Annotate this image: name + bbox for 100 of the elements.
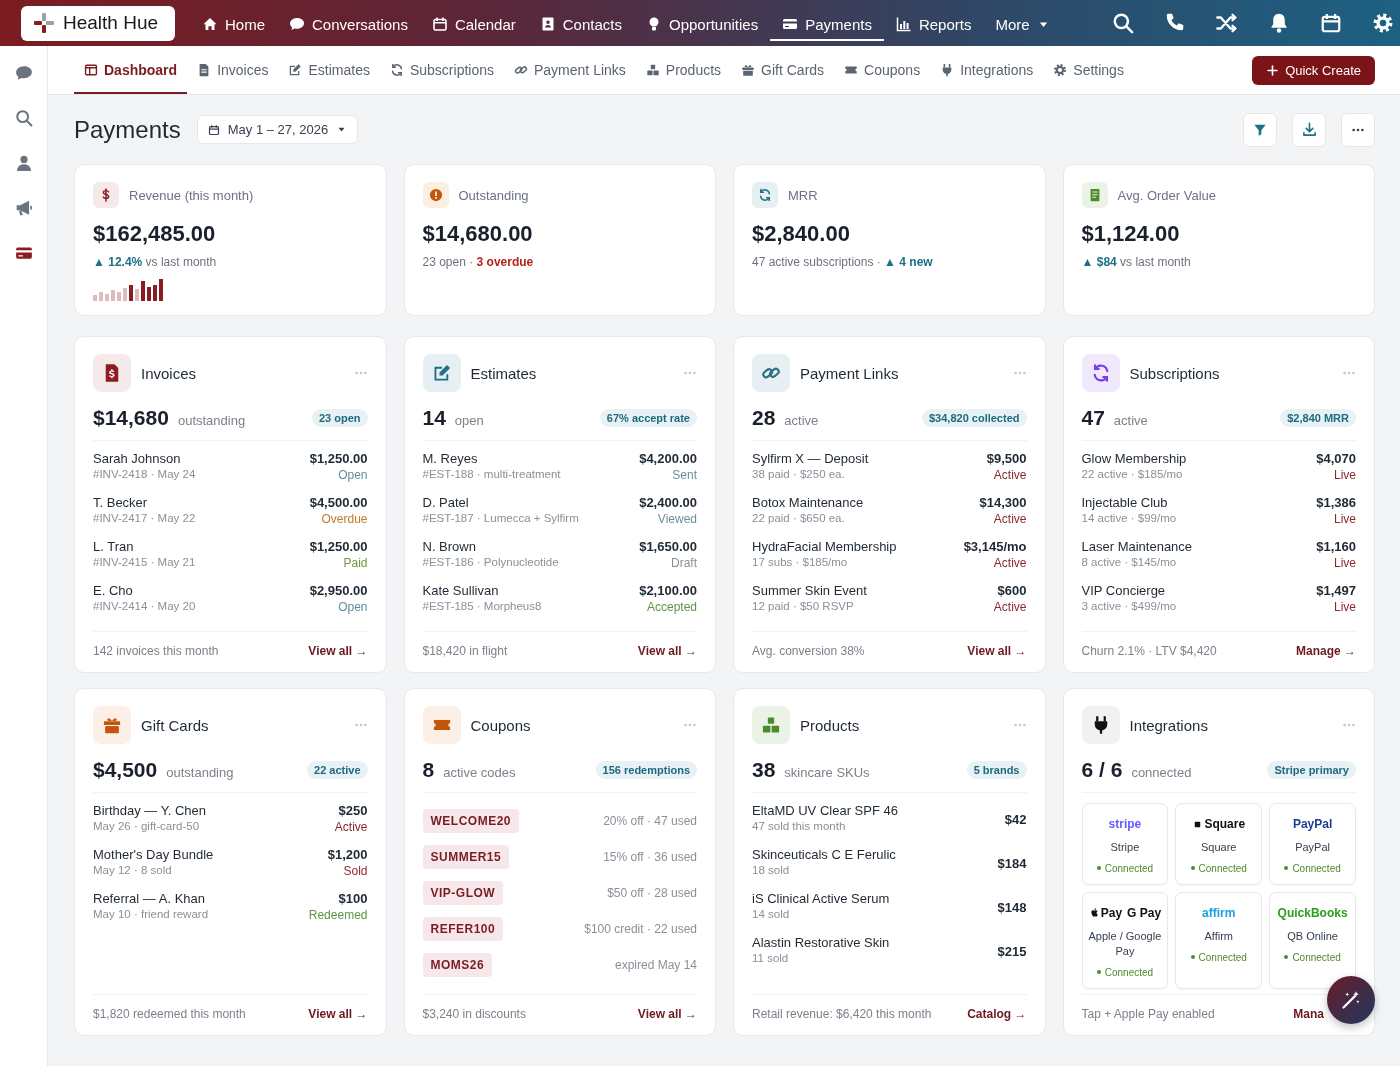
nav-item[interactable]: Home — [190, 5, 277, 41]
tab[interactable]: Integrations — [930, 48, 1044, 94]
integration-tile[interactable]: PayPal PayPal Connected — [1269, 803, 1356, 885]
calendar-icon[interactable] — [1320, 12, 1342, 34]
status-dot — [1284, 866, 1289, 871]
card-link[interactable]: Catalog → — [967, 1007, 1027, 1021]
row-amount: $250 — [338, 803, 368, 818]
megaphone-icon[interactable] — [14, 199, 33, 217]
card-title: Estimates — [470, 364, 537, 382]
integration-tile[interactable]: stripe Stripe Connected — [1081, 803, 1169, 885]
shuffle-icon[interactable] — [1216, 12, 1238, 34]
card-unit: outstanding — [177, 413, 246, 428]
card-title: Subscriptions — [1129, 364, 1220, 382]
nav-item[interactable]: Payments — [770, 5, 884, 41]
card-link[interactable]: View all → — [637, 1007, 697, 1021]
row-title: HydraFacial Membership — [752, 539, 897, 554]
status-label: Live — [1334, 556, 1356, 570]
tab[interactable]: Gift Cards — [731, 48, 835, 94]
person-icon[interactable] — [14, 154, 33, 172]
status-dot — [1190, 866, 1195, 871]
footer-note: Churn 2.1% · LTV $4,420 — [1081, 644, 1217, 658]
tab[interactable]: Settings — [1043, 48, 1134, 94]
home-icon — [202, 16, 218, 32]
stat-note: ▲ $84 vs last month — [1081, 255, 1192, 269]
logo-badge[interactable]: Health Hue — [21, 5, 175, 41]
row-title: E. Cho — [93, 583, 134, 598]
search-icon[interactable] — [14, 109, 33, 127]
tab[interactable]: Products — [635, 48, 732, 94]
chat-bubble-icon[interactable] — [14, 64, 33, 82]
nav-item[interactable]: More — [983, 5, 1062, 41]
page-title: Payments — [74, 115, 181, 144]
stat-value: $14,680.00 — [422, 221, 534, 247]
coupon-detail: 15% off · 36 used — [603, 850, 697, 864]
row-detail: May 10 · friend reward — [93, 908, 209, 920]
row-amount: $100 — [338, 891, 368, 906]
card-title: Coupons — [470, 716, 531, 734]
tab[interactable]: Coupons — [834, 48, 931, 94]
logo-text: Square — [1204, 817, 1246, 831]
status-label: Sold — [343, 864, 368, 878]
quick-create-button[interactable]: Quick Create — [1252, 55, 1375, 85]
stat-label: Outstanding — [458, 187, 529, 203]
tab[interactable]: Dashboard — [74, 48, 188, 94]
row-detail: 11 sold — [752, 952, 790, 964]
row-detail: May 26 · gift-card-50 — [93, 820, 201, 832]
date-range-picker[interactable]: May 1 – 27, 2026 — [196, 115, 359, 144]
footer-note: $1,820 redeemed this month — [93, 1007, 246, 1021]
tab[interactable]: Subscriptions — [379, 48, 504, 94]
filter-icon — [1253, 122, 1267, 137]
card-value: $14,680 — [93, 406, 169, 430]
card-link[interactable]: View all → — [967, 644, 1027, 658]
integration-tile[interactable]: Square Square Connected — [1175, 803, 1263, 885]
card-link[interactable]: View all → — [637, 644, 697, 658]
status-text: Connected — [1198, 951, 1247, 963]
integration-tile[interactable]: affirm Affirm Connected — [1175, 891, 1263, 989]
apple-icon — [1088, 907, 1100, 919]
settings-icon[interactable] — [1372, 12, 1394, 34]
tab[interactable]: Payment Links — [504, 48, 636, 94]
nav-item[interactable]: Opportunities — [634, 5, 771, 41]
card-link[interactable]: View all → — [308, 1007, 368, 1021]
logo-text: QuickBooks — [1277, 905, 1348, 920]
cross-logo-icon — [33, 12, 55, 34]
status-text: Connected — [1104, 966, 1154, 978]
card-title: Products — [800, 716, 860, 734]
card-value: 47 — [1081, 406, 1105, 430]
card-link[interactable]: View all → — [308, 644, 368, 658]
row-title: Laser Maintenance — [1081, 539, 1193, 554]
coupon-detail: $100 credit · 22 used — [584, 922, 697, 936]
integration-tile[interactable]: Pay G Pay Apple / Google Pay Connected — [1081, 891, 1169, 989]
search-icon[interactable] — [1112, 12, 1134, 34]
row-title: Referral — A. Khan — [93, 891, 206, 906]
download-button[interactable] — [1292, 112, 1326, 147]
card-title: Gift Cards — [141, 716, 209, 734]
row-detail: #EST-186 · Polynucleotide — [422, 556, 559, 568]
count-badge: 67% accept rate — [599, 409, 697, 427]
card-value: 6 / 6 — [1081, 758, 1123, 782]
row-detail: #INV-2414 · May 20 — [93, 600, 196, 612]
tab[interactable]: Invoices — [187, 48, 279, 94]
nav-item[interactable]: Reports — [883, 5, 984, 41]
bell-icon[interactable] — [1268, 12, 1290, 34]
credit-card-icon[interactable] — [14, 244, 33, 262]
row-title: M. Reyes — [422, 451, 479, 466]
nav-item[interactable]: Conversations — [277, 5, 420, 41]
nav-item[interactable]: Contacts — [527, 5, 634, 41]
card-unit: active — [784, 413, 819, 428]
coupon-code: REFER100 — [422, 917, 504, 941]
row-amount: $42 — [1004, 811, 1027, 827]
row-title: D. Patel — [422, 495, 470, 510]
status-label: Overdue — [321, 512, 368, 526]
status-label: Live — [1334, 600, 1356, 614]
count-badge: 5 brands — [966, 761, 1027, 779]
status-label: Active — [993, 600, 1027, 614]
card-link[interactable]: Manage → — [1296, 644, 1356, 658]
card-link[interactable]: Mana — [1293, 1007, 1324, 1021]
tab[interactable]: Estimates — [278, 48, 380, 94]
row-title: Sylfirm X — Deposit — [752, 451, 869, 466]
row-detail: #INV-2415 · May 21 — [93, 556, 196, 568]
integration-name: QB Online — [1287, 928, 1338, 944]
filter-button[interactable] — [1243, 112, 1277, 147]
nav-item[interactable]: Calendar — [419, 5, 528, 41]
status-label: Draft — [671, 556, 697, 570]
